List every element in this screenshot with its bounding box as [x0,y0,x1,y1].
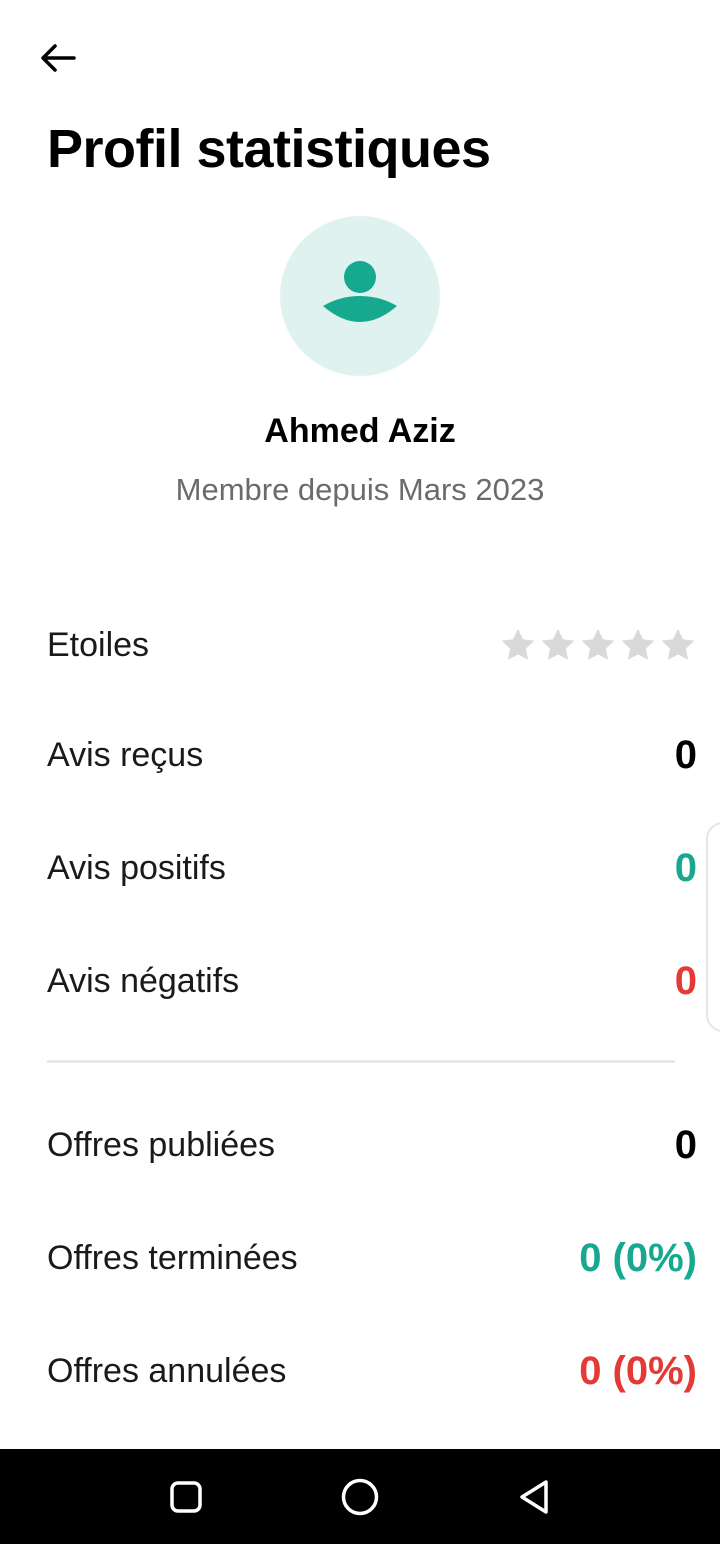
star-icon [621,628,655,660]
stat-value: 0 (0%) [579,1348,697,1393]
star-icon [661,628,695,660]
stat-row-stars: Etoiles [47,615,697,675]
stat-label: Offres annulées [47,1351,287,1390]
stat-row-reviews-negative: Avis négatifs 0 [47,951,697,1011]
page-title: Profil statistiques [47,119,491,179]
user-icon [323,261,397,322]
back-nav-button[interactable] [489,1449,579,1544]
stat-row-offers-completed: Offres terminées 0 (0%) [47,1228,697,1288]
star-icon [501,628,535,660]
stat-value: 0 [674,1122,697,1167]
back-button[interactable] [40,36,92,80]
stat-label: Etoiles [47,625,150,664]
star-rating [499,626,697,664]
stat-label: Offres publiées [47,1125,276,1164]
circle-home-icon [341,1478,379,1515]
system-nav-bar [0,1449,720,1544]
stat-label: Avis reçus [47,735,204,774]
stat-label: Avis positifs [47,848,226,887]
stat-label: Offres terminées [47,1238,298,1277]
star-icon [581,628,615,660]
stat-row-reviews-received: Avis reçus 0 [47,725,697,785]
stat-value: 0 [674,732,697,777]
stat-row-offers-published: Offres publiées 0 [47,1115,697,1175]
member-since: Membre depuis Mars 2023 [175,472,545,507]
stat-label: Avis négatifs [47,961,240,1000]
stat-row-reviews-positive: Avis positifs 0 [47,838,697,898]
edge-panel-handle[interactable] [706,822,720,1032]
stat-value: 0 (0%) [579,1235,697,1280]
stat-row-offers-cancelled: Offres annulées 0 (0%) [47,1341,697,1401]
stat-value: 0 [674,845,697,890]
stat-value: 0 [674,958,697,1003]
star-icon [541,628,575,660]
divider [47,1060,675,1063]
home-button[interactable] [315,1449,405,1544]
recents-button[interactable] [141,1449,231,1544]
user-name: Ahmed Aziz [264,412,456,450]
arrow-left-icon [41,44,76,72]
square-recents-icon [170,1480,202,1513]
triangle-back-icon [520,1479,548,1514]
avatar [280,216,440,376]
